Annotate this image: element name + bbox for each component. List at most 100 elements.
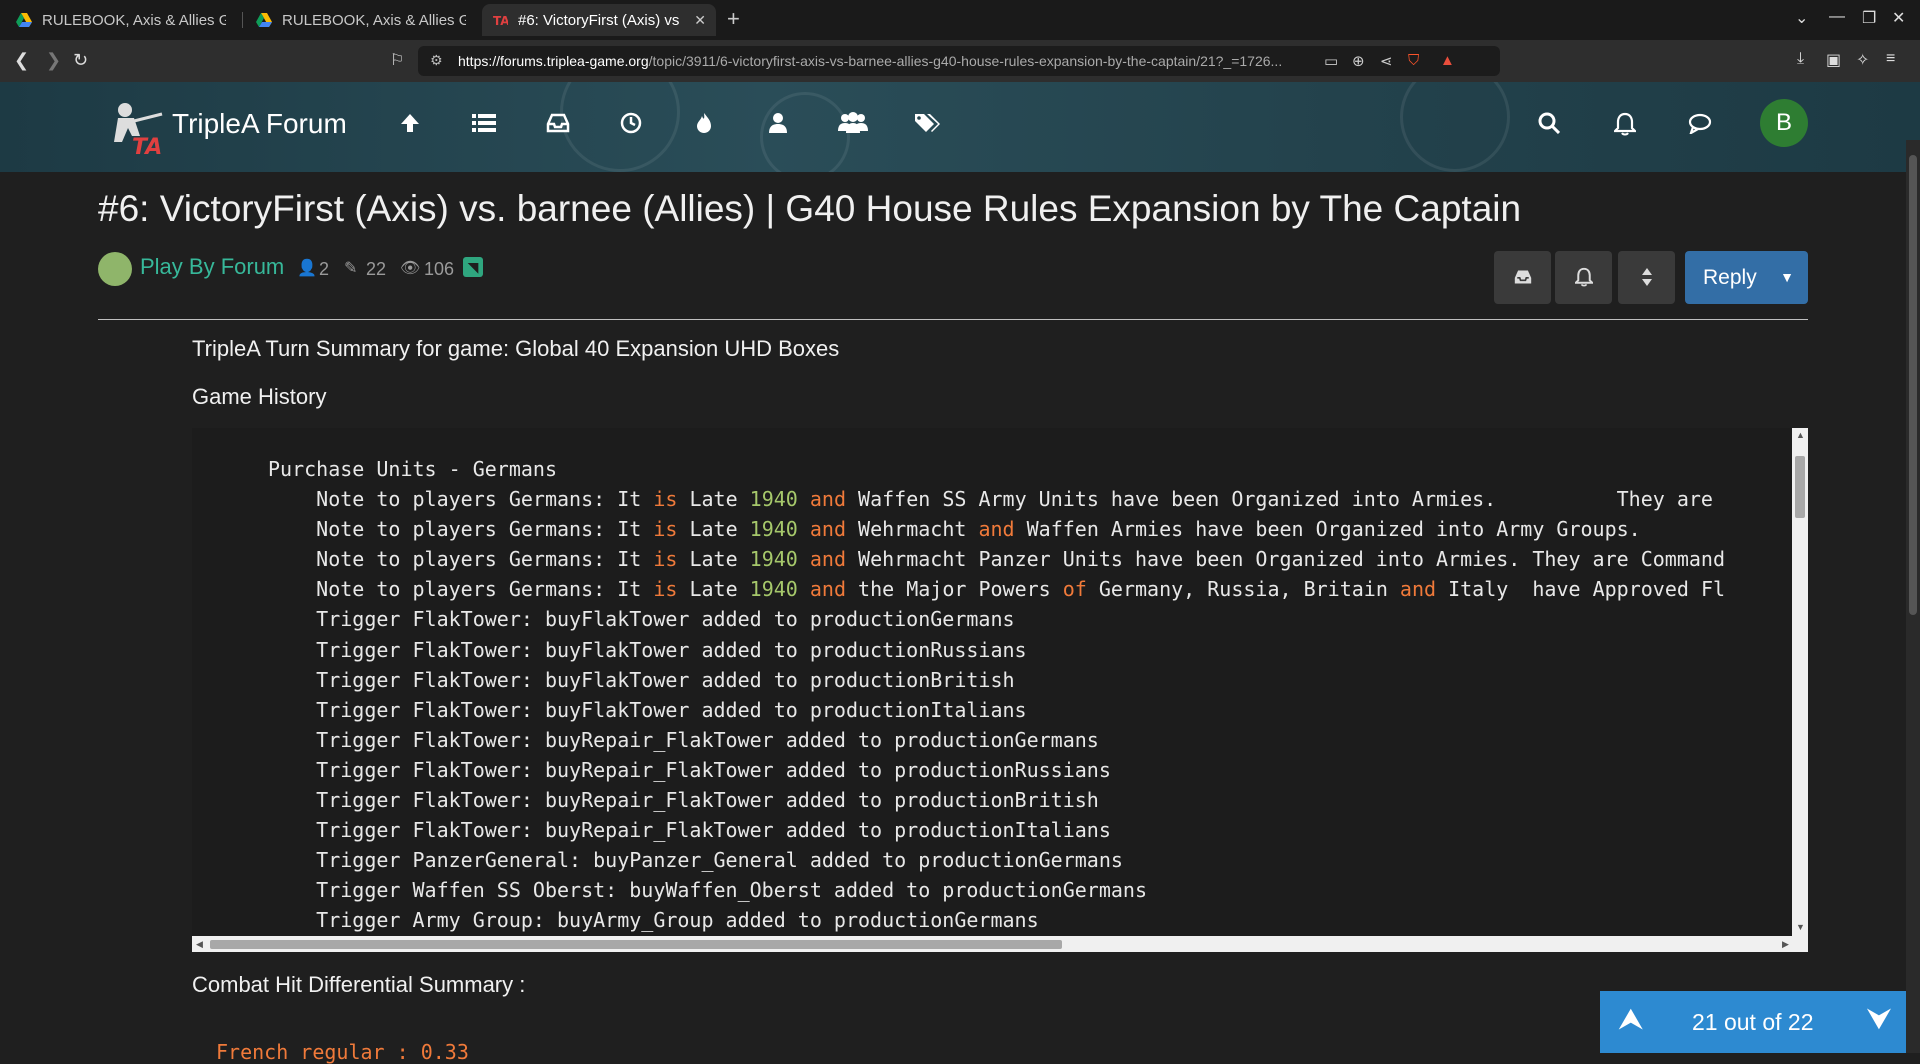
zoom-icon[interactable]: ⊕ [1352,52,1365,70]
posters-count: 2 [319,259,330,279]
browser-tab-active[interactable]: TA #6: VictoryFirst (Axis) vs ✕ [482,4,716,36]
code-keyword: and [809,487,846,512]
code-line: Trigger FlakTower: buyRepair_FlakTower a… [268,755,1725,785]
inbox-icon [1514,270,1531,284]
views-count: 106 [424,259,455,279]
post-summary-title: TripleA Turn Summary for game: Global 40… [192,336,840,361]
code-vertical-scrollbar-thumb[interactable] [1795,456,1805,518]
code-keyword: of [1062,577,1087,602]
code-keyword: and [809,517,846,542]
jump-to-bottom-icon[interactable]: ⮟ [1867,1003,1893,1037]
code-text: Late [677,577,750,602]
leo-ai-icon[interactable]: ✧ [1856,50,1869,70]
address-bar[interactable]: ⚙ https://forums.triplea-game.org/topic/… [418,46,1500,76]
maximize-window-icon[interactable]: ❐ [1862,8,1876,28]
chevron-down-icon[interactable]: ▼ [1780,251,1794,304]
reply-button[interactable]: Reply ▼ [1685,251,1808,304]
code-horizontal-scrollbar[interactable]: ◀ ▶ [192,936,1808,952]
new-tab-button[interactable]: + [727,6,740,32]
code-keyword: is [653,487,678,512]
code-keyword: and [809,577,846,602]
bookmark-icon[interactable]: ⚐ [390,50,404,70]
page-scrollbar-thumb[interactable] [1909,155,1917,615]
back-arrow-icon[interactable]: ❮ [14,50,29,71]
chat-icon[interactable] [1688,112,1712,134]
code-line: Note to players Germans: It is Late 1940… [268,544,1725,574]
downloads-icon[interactable]: ⤓ [1797,50,1804,68]
code-number: 1940 [749,487,798,512]
code-line-partial: French regular : 0.33 [216,1040,469,1064]
code-vertical-scrollbar[interactable]: ▲ ▼ [1792,428,1808,936]
code-text: Trigger PanzerGeneral: buyPanzer_General… [268,848,1123,873]
code-line: Note to players Germans: It is Late 1940… [268,514,1725,544]
page-scrollbar[interactable] [1906,140,1920,1053]
tags-icon[interactable] [914,112,940,134]
brave-rewards-icon[interactable]: ▲ [1440,52,1455,69]
inbox-icon[interactable] [546,112,570,134]
close-window-icon[interactable]: ✕ [1892,8,1905,28]
google-drive-icon [256,13,272,27]
bell-icon[interactable] [1614,112,1636,136]
code-block[interactable]: Purchase Units - Germans Note to players… [192,428,1808,952]
browser-tab-2[interactable]: RULEBOOK, Axis & Allies Gl [246,4,476,36]
svg-text:TA: TA [493,14,508,28]
scroll-right-arrow-icon[interactable]: ▶ [1782,939,1789,950]
code-text: Trigger FlakTower: buyRepair_FlakTower a… [268,757,1111,782]
code-horizontal-scrollbar-thumb[interactable] [210,940,1062,949]
minimize-window-icon[interactable]: — [1829,8,1845,26]
forum-header: TA TripleA Forum B [0,82,1920,172]
cast-icon[interactable]: ▭ [1324,52,1338,70]
pencil-icon: ✎ [344,260,358,277]
header-decoration [1400,82,1510,172]
user-icon[interactable] [768,112,788,134]
scroll-down-arrow-icon[interactable]: ▼ [1796,922,1805,932]
users-icon[interactable] [838,112,868,134]
code-text: Note to players Germans: It [268,517,654,542]
brave-shields-icon[interactable]: ⛉ [1408,52,1419,69]
rss-icon[interactable]: ◥ [463,257,483,277]
code-text: Wehrmacht Panzer Units have been Organiz… [846,547,1725,572]
scroll-up-arrow-icon[interactable]: ▲ [1796,430,1805,440]
forum-name[interactable]: TripleA Forum [172,108,347,140]
svg-text:TA: TA [132,135,162,160]
post-position-counter[interactable]: 21 out of 22 [1692,1009,1814,1036]
code-text: Late [677,517,750,542]
site-info-icon[interactable]: ⚙ [430,52,443,69]
combat-summary-heading: Combat Hit Differential Summary : [192,972,526,997]
list-icon[interactable] [472,112,496,134]
sort-icon [1641,268,1652,286]
sort-button[interactable] [1618,251,1675,304]
tab-list-chevron-icon[interactable]: ⌄ [1795,8,1808,28]
close-tab-icon[interactable]: ✕ [694,12,706,29]
code-line: Trigger Waffen SS Oberst: buyWaffen_Ober… [268,875,1725,905]
pagination-widget: ⮝ 21 out of 22 ⮟ [1600,991,1906,1053]
code-text: Trigger FlakTower: buyRepair_FlakTower a… [268,788,1099,813]
code-line: Note to players Germans: It is Late 1940… [268,484,1725,514]
code-text: Trigger FlakTower: buyFlakTower added to… [268,637,1027,662]
forward-arrow-icon[interactable]: ❯ [46,50,61,71]
clock-icon[interactable] [620,112,642,134]
avatar[interactable]: B [1760,99,1808,147]
google-drive-icon [16,13,32,27]
jump-to-top-icon[interactable]: ⮝ [1618,1003,1644,1037]
arrow-up-icon[interactable] [399,112,421,134]
reload-icon[interactable]: ↻ [73,50,88,71]
wallet-icon[interactable]: ▣ [1826,50,1841,70]
code-text: Late [677,547,750,572]
browser-tab-1[interactable]: RULEBOOK, Axis & Allies Gl [6,4,236,36]
search-icon[interactable] [1538,112,1560,134]
fire-icon[interactable] [694,112,714,134]
category-icon[interactable] [98,252,132,286]
code-line: Trigger FlakTower: buyRepair_FlakTower a… [268,725,1725,755]
mark-unread-button[interactable] [1494,251,1551,304]
scroll-left-arrow-icon[interactable]: ◀ [196,939,203,950]
watch-button[interactable] [1555,251,1612,304]
category-link[interactable]: Play By Forum [140,254,284,280]
menu-icon[interactable]: ≡ [1886,50,1895,68]
code-text: Note to players Germans: It [268,547,654,572]
code-text: Trigger FlakTower: buyFlakTower added to… [268,697,1027,722]
share-icon[interactable]: ⋖ [1380,52,1393,70]
browser-tab-bar: RULEBOOK, Axis & Allies Gl RULEBOOK, Axi… [0,0,1920,40]
url-text[interactable]: https://forums.triplea-game.org/topic/39… [458,53,1328,69]
